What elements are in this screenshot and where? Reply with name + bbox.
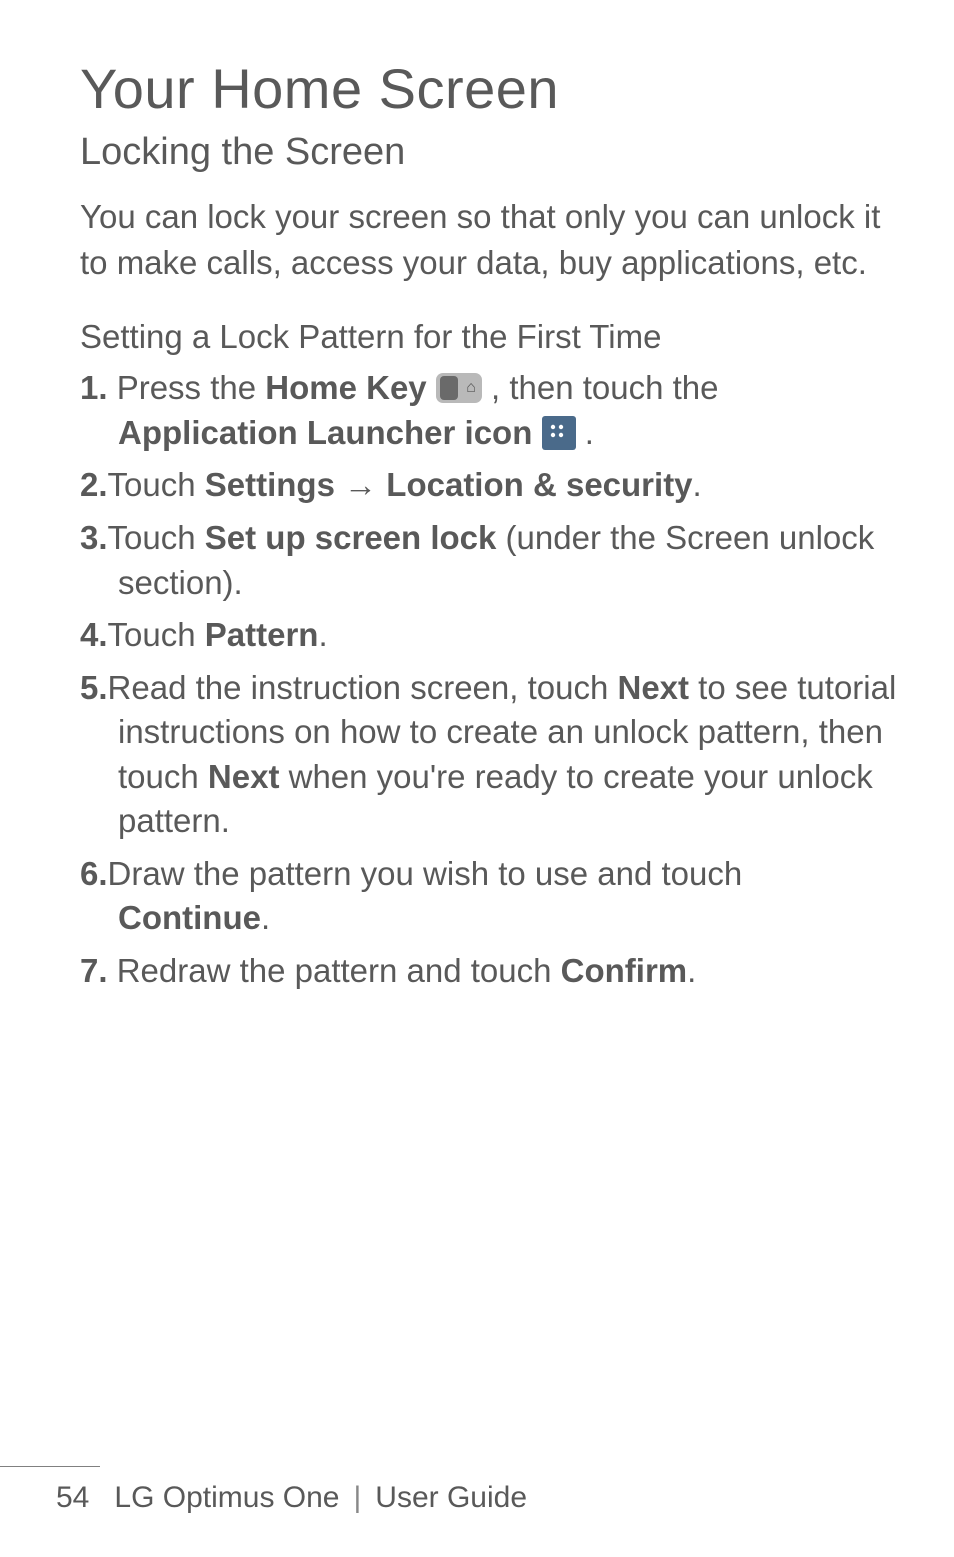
step-3: 3.Touch Set up screen lock (under the Sc… [80,516,898,605]
step-text: . [693,466,702,503]
setup-screen-lock-label: Set up screen lock [205,519,497,556]
next-label: Next [617,669,689,706]
step-number: 4. [80,616,108,653]
step-number: 3. [80,519,108,556]
footer-divider-line [0,1466,100,1467]
pattern-label: Pattern [205,616,319,653]
page-footer: 54 LG Optimus One | User Guide [56,1481,527,1515]
intro-paragraph: You can lock your screen so that only yo… [80,194,898,286]
step-text: . [687,952,696,989]
app-launcher-icon [542,416,576,450]
settings-label: Settings [205,466,335,503]
step-text: . [576,414,594,451]
step-text: Touch [108,616,205,653]
step-6: 6.Draw the pattern you wish to use and t… [80,852,898,941]
step-number: 7. [80,952,108,989]
step-number: 1. [80,369,108,406]
step-text: . [261,899,270,936]
manual-page: Your Home Screen Locking the Screen You … [0,0,954,1557]
doc-type: User Guide [375,1481,527,1514]
step-text: Draw the pattern you wish to use and tou… [108,855,743,892]
step-5: 5.Read the instruction screen, touch Nex… [80,666,898,844]
footer-divider: | [353,1481,361,1514]
step-4: 4.Touch Pattern. [80,613,898,658]
confirm-label: Confirm [561,952,688,989]
steps-list: 1. Press the Home Key , then touch the A… [80,366,898,993]
app-launcher-label: Application Launcher icon [118,414,532,451]
step-text: Touch [108,466,205,503]
next-label: Next [208,758,280,795]
step-text: Read the instruction screen, touch [108,669,618,706]
step-number: 5. [80,669,108,706]
subsection-title: Locking the Screen [80,131,898,174]
step-7: 7. Redraw the pattern and touch Confirm. [80,949,898,994]
step-text: . [318,616,327,653]
section-title: Your Home Screen [80,56,898,121]
step-text: Redraw the pattern and touch [108,952,561,989]
arrow: → [335,466,386,503]
home-key-icon [436,373,482,403]
step-number: 6. [80,855,108,892]
step-1: 1. Press the Home Key , then touch the A… [80,366,898,455]
home-key-label: Home Key [265,369,426,406]
page-number: 54 [56,1481,89,1514]
product-name: LG Optimus One [114,1481,339,1514]
steps-heading: Setting a Lock Pattern for the First Tim… [80,318,898,356]
step-text: Press the [108,369,266,406]
step-2: 2.Touch Settings → Location & security. [80,463,898,508]
step-text: , then touch the [482,369,719,406]
location-security-label: Location & security [386,466,692,503]
step-text: Touch [108,519,205,556]
step-number: 2. [80,466,108,503]
continue-label: Continue [118,899,261,936]
